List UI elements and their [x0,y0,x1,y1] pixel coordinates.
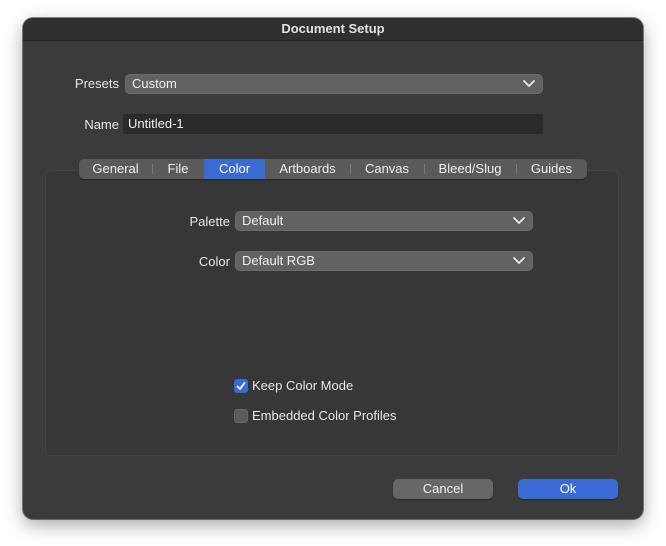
chevron-down-icon [513,257,525,264]
tab-general[interactable]: General [79,159,152,179]
tab-bleed-slug[interactable]: Bleed/Slug [424,159,516,179]
name-label: Name [84,117,119,132]
embedded-color-profiles-checkbox[interactable] [234,409,248,423]
color-label: Color [198,254,230,269]
color-value: Default RGB [242,253,315,268]
chevron-down-icon [513,217,525,224]
window-title: Document Setup [23,18,643,41]
color-select[interactable]: Default RGB [235,251,533,271]
chevron-down-icon [523,80,535,87]
checkmark-icon [236,382,246,390]
cancel-button[interactable]: Cancel [393,479,493,499]
tab-artboards[interactable]: Artboards [265,159,350,179]
keep-color-mode-label[interactable]: Keep Color Mode [252,376,353,396]
tab-color[interactable]: Color [204,159,265,179]
tab-bar: General File Color Artboards Canvas Blee… [79,159,587,179]
ok-button[interactable]: Ok [518,479,618,499]
presets-label: Presets [74,76,119,91]
palette-label: Palette [189,214,230,229]
tab-canvas[interactable]: Canvas [350,159,424,179]
tab-guides[interactable]: Guides [516,159,587,179]
tab-file[interactable]: File [152,159,204,179]
embedded-color-profiles-label[interactable]: Embedded Color Profiles [252,406,397,426]
palette-value: Default [242,213,284,228]
keep-color-mode-checkbox[interactable] [234,379,248,393]
palette-select[interactable]: Default [235,211,533,231]
presets-value: Custom [132,76,177,91]
name-field[interactable]: Untitled-1 [123,114,543,134]
document-setup-dialog: Document Setup Presets Custom Name Untit… [23,18,643,519]
presets-select[interactable]: Custom [125,74,543,94]
